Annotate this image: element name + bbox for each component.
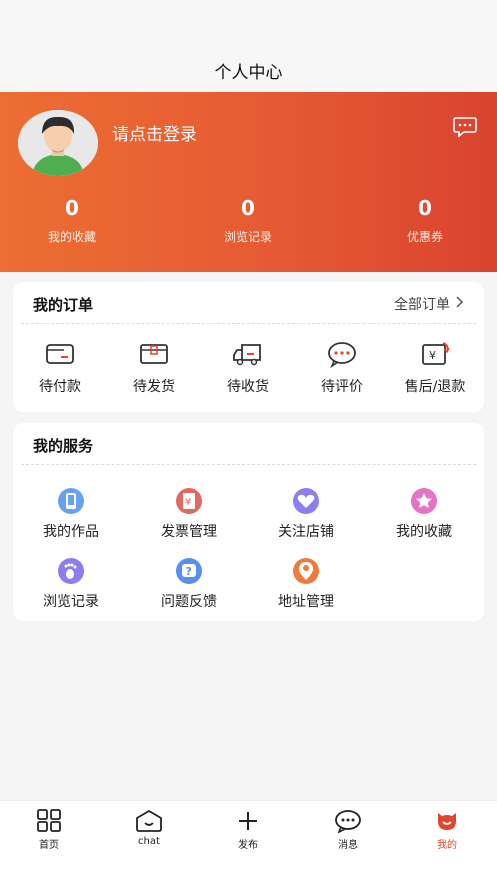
- service-feedback[interactable]: ? 问题反馈: [139, 557, 239, 611]
- message-icon: [334, 809, 362, 834]
- order-pending-receipt[interactable]: 待收货: [208, 340, 288, 396]
- svg-text:¥: ¥: [429, 349, 436, 362]
- services-card-header: 我的服务: [21, 423, 476, 465]
- service-favorites[interactable]: 我的收藏: [374, 487, 474, 541]
- service-follow-store[interactable]: 关注店铺: [256, 487, 356, 541]
- tab-messages[interactable]: 消息: [313, 809, 383, 851]
- stat-label: 优惠券: [406, 230, 443, 244]
- heart-icon: [289, 487, 323, 515]
- tab-label: 我的: [437, 840, 457, 851]
- tab-profile[interactable]: 我的: [412, 809, 482, 851]
- stat-coupons[interactable]: 0 优惠券: [365, 196, 485, 245]
- invoice-icon: ¥: [172, 487, 206, 515]
- login-prompt[interactable]: 请点击登录: [112, 120, 197, 145]
- package-icon: [138, 340, 170, 368]
- plus-icon: [234, 809, 262, 833]
- stat-value: 0: [241, 196, 255, 220]
- all-orders-link[interactable]: 全部订单: [394, 294, 464, 314]
- tab-chat[interactable]: chat: [114, 809, 184, 847]
- service-invoice[interactable]: ¥ 发票管理: [139, 487, 239, 541]
- order-label: 待发货: [133, 379, 175, 395]
- chevron-right-icon: [456, 296, 464, 312]
- svg-text:?: ?: [186, 565, 192, 578]
- avatar[interactable]: [18, 110, 98, 176]
- service-label: 地址管理: [278, 594, 334, 610]
- refund-icon: ¥: [419, 340, 451, 368]
- order-label: 待评价: [321, 379, 363, 395]
- stat-label: 我的收藏: [47, 230, 96, 244]
- order-label: 待付款: [39, 379, 81, 395]
- services-card: 我的服务 我的作品 ¥ 发票管理 关注店铺 我的收藏 浏览记录 ? 问题反馈 地…: [13, 423, 484, 621]
- comment-icon: [326, 340, 358, 369]
- order-pending-review[interactable]: 待评价: [302, 340, 382, 396]
- svg-text:¥: ¥: [185, 497, 191, 508]
- tab-home[interactable]: 首页: [14, 809, 84, 851]
- stat-value: 0: [418, 196, 432, 220]
- all-orders-label: 全部订单: [394, 297, 450, 313]
- truck-icon: [232, 340, 264, 368]
- phone-icon: [54, 487, 88, 515]
- star-icon: [407, 487, 441, 515]
- location-icon: [289, 557, 323, 585]
- page-title: 个人中心: [214, 63, 283, 83]
- service-label: 关注店铺: [278, 524, 334, 540]
- order-label: 售后/退款: [404, 379, 466, 395]
- tab-label: 首页: [39, 840, 59, 851]
- order-label: 待收货: [227, 379, 269, 395]
- tab-label: chat: [138, 836, 160, 847]
- bottom-tab-bar: 首页 chat 发布 消息 我的: [0, 800, 497, 883]
- order-pending-shipment[interactable]: 待发货: [114, 340, 194, 396]
- orders-title: 我的订单: [33, 296, 94, 314]
- tab-label: 消息: [338, 840, 358, 851]
- service-label: 问题反馈: [161, 594, 217, 610]
- tab-publish[interactable]: 发布: [213, 809, 283, 851]
- profile-icon: [433, 809, 461, 833]
- service-label: 浏览记录: [43, 594, 99, 610]
- stat-history[interactable]: 0 浏览记录: [188, 196, 308, 245]
- service-label: 发票管理: [161, 524, 217, 540]
- top-bar: 个人中心: [0, 0, 497, 92]
- orders-card: 我的订单 全部订单 待付款 待发货 待收货 待评价 ¥ 售后/退款: [13, 282, 484, 412]
- chat-icon: [135, 809, 163, 833]
- order-pending-payment[interactable]: 待付款: [20, 340, 100, 396]
- services-title: 我的服务: [33, 437, 94, 455]
- orders-card-header: 我的订单 全部订单: [21, 282, 476, 324]
- profile-header: 请点击登录 0 我的收藏 0 浏览记录 0 优惠券: [0, 92, 497, 272]
- service-history[interactable]: 浏览记录: [21, 557, 121, 611]
- order-after-sales[interactable]: ¥ 售后/退款: [395, 340, 475, 396]
- stat-value: 0: [65, 196, 79, 220]
- message-bubble-icon[interactable]: [452, 116, 478, 138]
- stat-label: 浏览记录: [223, 230, 272, 244]
- service-address[interactable]: 地址管理: [256, 557, 356, 611]
- tab-label: 发布: [238, 840, 258, 851]
- service-label: 我的作品: [43, 524, 99, 540]
- question-icon: ?: [172, 557, 206, 585]
- service-label: 我的收藏: [396, 524, 452, 540]
- wallet-icon: [44, 340, 76, 368]
- service-my-works[interactable]: 我的作品: [21, 487, 121, 541]
- home-grid-icon: [35, 809, 63, 833]
- footprint-icon: [54, 557, 88, 585]
- stat-favorites[interactable]: 0 我的收藏: [12, 196, 132, 245]
